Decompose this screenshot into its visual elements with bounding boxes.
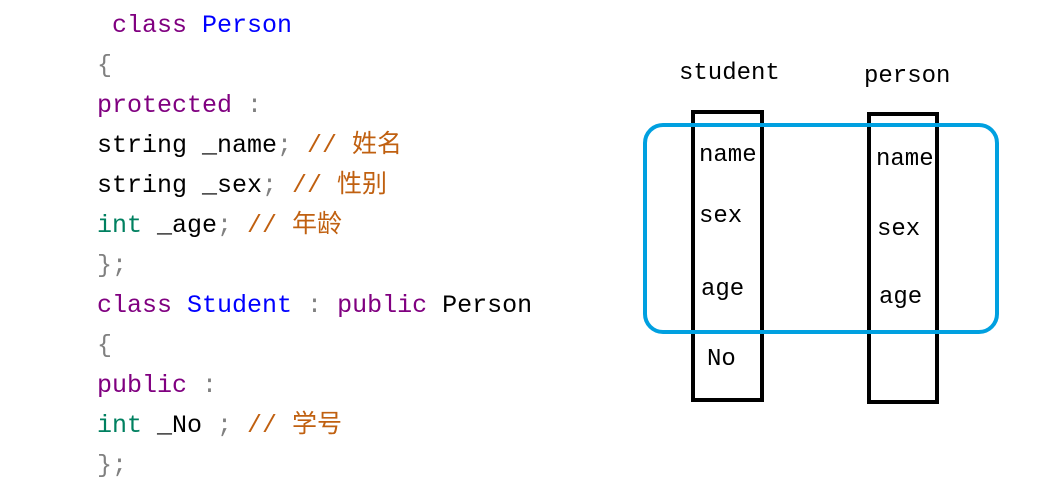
person-field-sex: sex: [877, 216, 921, 243]
student-field-name: name: [699, 142, 757, 169]
student-field-sex: sex: [699, 203, 743, 230]
person-field-age: age: [879, 284, 923, 311]
inherited-members-highlight: [643, 123, 999, 334]
student-field-no: No: [707, 346, 736, 373]
student-title: student: [679, 60, 780, 87]
person-field-name: name: [876, 146, 934, 173]
student-field-age: age: [701, 276, 745, 303]
person-title: person: [864, 63, 951, 90]
